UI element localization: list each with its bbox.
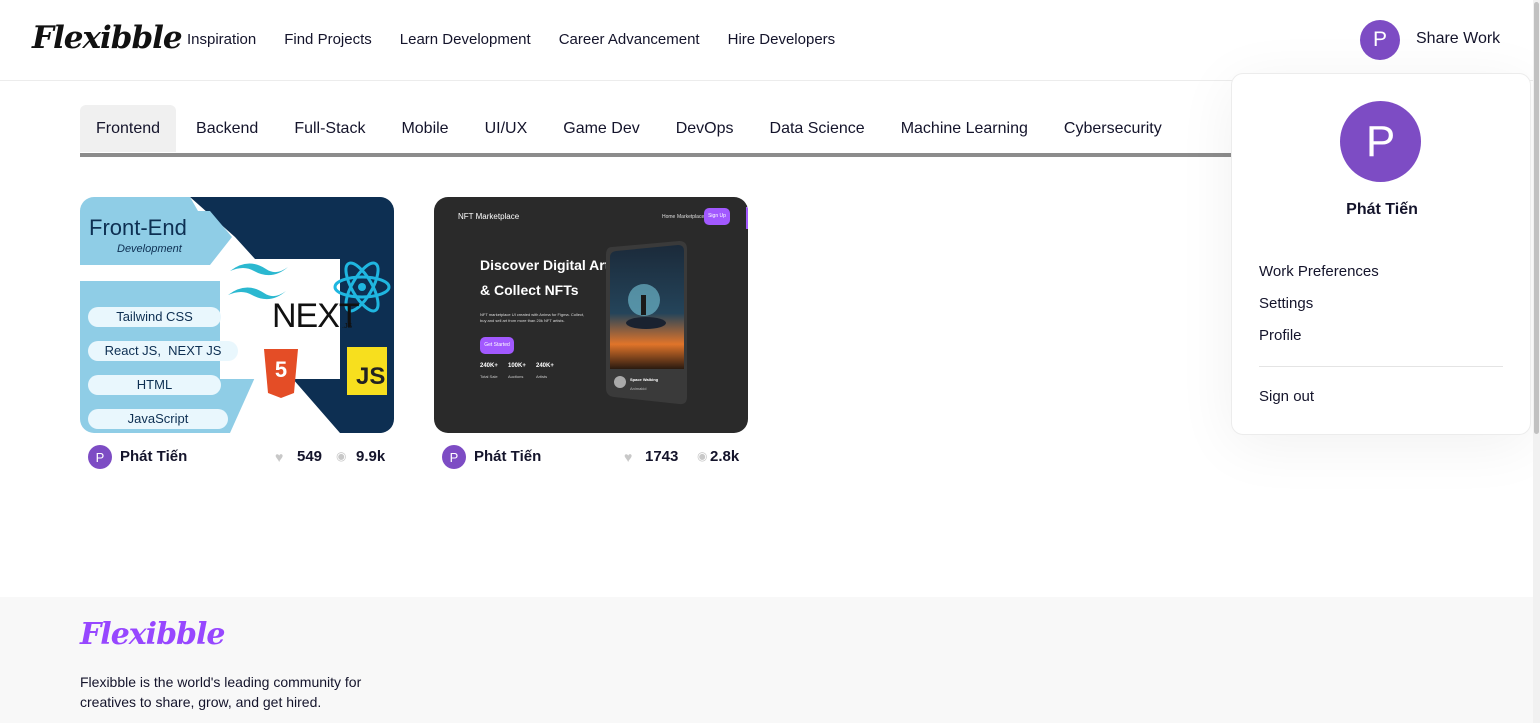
likes-count: 549 — [297, 448, 323, 465]
flexibble-logo[interactable]: Flexibble — [32, 20, 183, 56]
project-card: Front-End Development Tailwind CSS React… — [80, 197, 394, 469]
share-work-link[interactable]: Share Work — [1416, 30, 1500, 48]
nextjs-logo-text: NEXT — [272, 297, 360, 335]
menu-item-work-preferences[interactable]: Work Preferences — [1259, 263, 1379, 280]
menu-divider — [1259, 366, 1503, 367]
project-meta: P Phát Tiến ♥ 1743 ◉ 2.8k — [442, 445, 740, 469]
eye-icon: ◉ — [336, 449, 347, 463]
profile-name: Phát Tiến — [1346, 201, 1418, 218]
author-name[interactable]: Phát Tiến — [474, 448, 541, 465]
nav-link-learn-development[interactable]: Learn Development — [400, 31, 531, 48]
category-tab-frontend[interactable]: Frontend — [80, 105, 177, 152]
author-avatar[interactable]: P — [442, 445, 466, 469]
category-tab-game-dev[interactable]: Game Dev — [547, 105, 655, 152]
menu-item-settings[interactable]: Settings — [1259, 295, 1313, 312]
project-card: NFT Marketplace Home Marketplace Sign Up… — [434, 197, 748, 469]
top-navbar: Flexibble Inspiration Find Projects Lear… — [0, 0, 1540, 81]
nft-stat-3-label: Artists — [536, 374, 548, 379]
project-thumbnail[interactable]: Front-End Development Tailwind CSS React… — [80, 197, 394, 433]
profile-dropdown-menu: P Phát Tiến Work Preferences Settings Pr… — [1231, 73, 1531, 435]
heart-icon[interactable]: ♥ — [624, 449, 632, 465]
nav-link-find-projects[interactable]: Find Projects — [284, 31, 372, 48]
category-tab-machine-learning[interactable]: Machine Learning — [885, 105, 1044, 152]
category-tab-data-science[interactable]: Data Science — [754, 105, 881, 152]
category-tab-backend[interactable]: Backend — [180, 105, 274, 152]
nft-stat-2: 100K+ — [508, 363, 526, 369]
nft-card-title: Space Walking — [630, 377, 659, 382]
nft-get-started-button: Get Started — [480, 337, 514, 354]
nav-link-inspiration[interactable]: Inspiration — [187, 31, 256, 48]
nav-links: Inspiration Find Projects Learn Developm… — [187, 31, 835, 48]
nft-description: NFT marketplace UI created with Anima fo… — [480, 312, 585, 323]
nft-signup-button: Sign Up — [704, 208, 730, 225]
user-avatar-button[interactable]: P — [1360, 20, 1400, 60]
nft-brand: NFT Marketplace — [458, 212, 520, 221]
frontend-thumb-title: Front-End — [89, 215, 187, 240]
nft-card-artist: Animakid — [630, 386, 647, 391]
author-name[interactable]: Phát Tiến — [120, 448, 187, 465]
category-tabs: Frontend Backend Full-Stack Mobile UI/UX Game… — [80, 105, 1240, 157]
category-tab-full-stack[interactable]: Full-Stack — [278, 105, 381, 152]
sign-out-button[interactable]: Sign out — [1259, 388, 1314, 405]
frontend-thumb-item: HTML — [136, 377, 173, 392]
footer: Flexibble Flexibble is the world's leadi… — [0, 597, 1540, 723]
views-count: 2.8k — [710, 448, 740, 465]
nft-nav-home: Home — [662, 214, 676, 220]
nft-stat-2-label: Auctions — [508, 374, 524, 379]
heart-icon[interactable]: ♥ — [275, 449, 283, 465]
nft-nav-marketplace: Marketplace — [677, 214, 705, 220]
category-tab-ui-ux[interactable]: UI/UX — [469, 105, 544, 152]
frontend-thumb-item: Tailwind CSS — [116, 309, 193, 324]
html5-logo-text: 5 — [274, 357, 288, 382]
views-count: 9.9k — [356, 448, 386, 465]
nextjs-logo-sub: .JS — [342, 323, 353, 330]
author-avatar[interactable]: P — [88, 445, 112, 469]
menu-item-profile[interactable]: Profile — [1259, 327, 1302, 344]
category-tab-devops[interactable]: DevOps — [660, 105, 750, 152]
footer-description: Flexibble is the world's leading communi… — [80, 674, 362, 710]
frontend-thumb-item: JavaScript — [127, 411, 189, 426]
frontend-thumb-item: React JS, NEXT JS — [104, 343, 222, 358]
nft-stat-1-label: Total Sale — [480, 374, 498, 379]
nft-headline-2: & Collect NFTs — [480, 282, 579, 298]
scrollbar-thumb[interactable] — [1534, 2, 1539, 434]
nft-stat-1: 240K+ — [480, 363, 498, 369]
likes-count: 1743 — [645, 448, 679, 465]
frontend-thumb-subtitle: Development — [117, 243, 182, 255]
nft-stat-3: 240K+ — [536, 363, 554, 369]
nav-link-career-advancement[interactable]: Career Advancement — [559, 31, 700, 48]
eye-icon: ◉ — [697, 449, 708, 463]
category-tab-cybersecurity[interactable]: Cybersecurity — [1048, 105, 1178, 152]
profile-avatar: P — [1340, 101, 1421, 182]
nft-headline-1: Discover Digital Art — [480, 257, 610, 273]
project-meta: P Phát Tiến ♥ 549 ◉ 9.9k — [88, 445, 386, 469]
js-logo-text: JS — [356, 363, 386, 390]
nav-link-hire-developers[interactable]: Hire Developers — [728, 31, 836, 48]
project-thumbnail[interactable]: NFT Marketplace Home Marketplace Sign Up… — [434, 197, 748, 433]
category-tab-mobile[interactable]: Mobile — [385, 105, 464, 152]
footer-logo[interactable]: Flexibble — [80, 617, 226, 652]
